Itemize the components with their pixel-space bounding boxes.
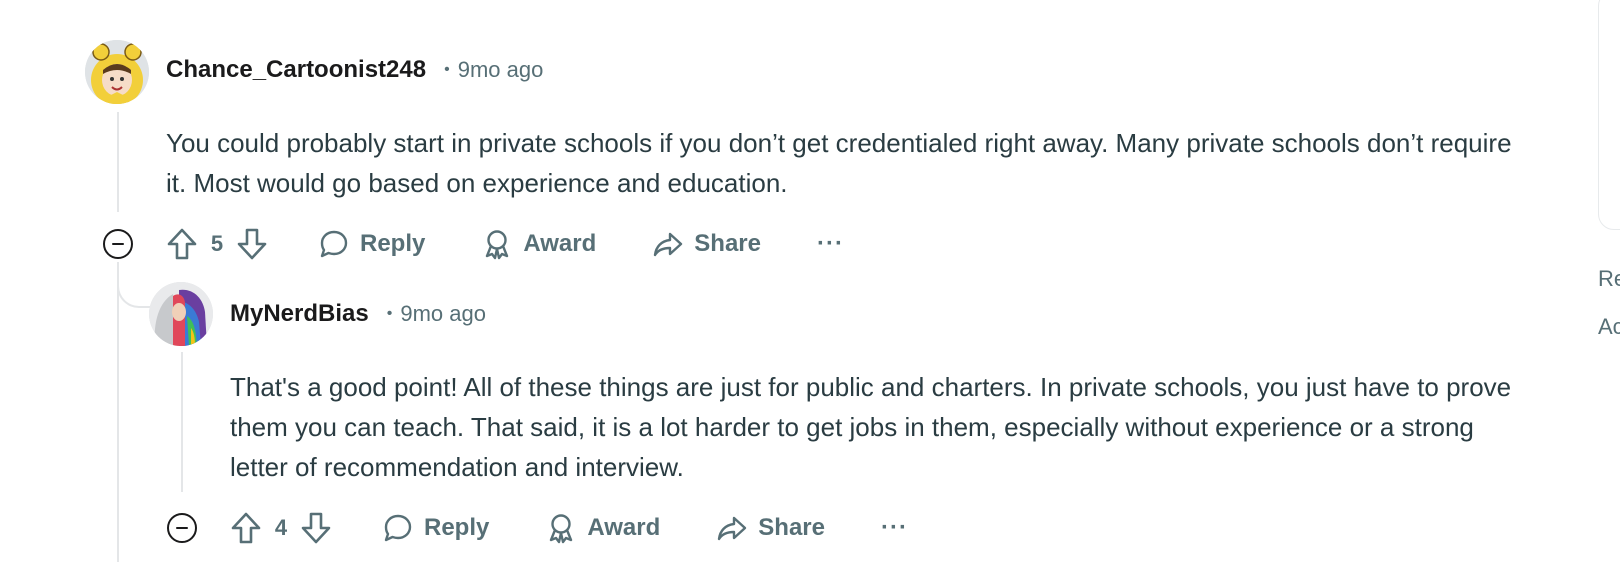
- bear-costume-avatar-icon: [85, 40, 149, 104]
- reply-button[interactable]: Reply: [314, 228, 429, 260]
- upvote-arrow-icon: [167, 228, 197, 260]
- reply-button[interactable]: Reply: [378, 512, 493, 544]
- timestamp[interactable]: 9mo ago: [400, 301, 486, 327]
- thread-line-2: [181, 352, 183, 492]
- upvote-button[interactable]: [164, 226, 200, 262]
- sidebar-card: [1598, 0, 1620, 230]
- comment-body: You could probably start in private scho…: [166, 128, 1512, 198]
- speech-bubble-icon: [320, 230, 348, 258]
- comment-thread: Chance_Cartoonist248 • 9mo ago You could…: [0, 0, 1620, 562]
- upvote-button[interactable]: [228, 510, 264, 546]
- sidebar-link[interactable]: Ac: [1598, 314, 1620, 340]
- comment-header: Chance_Cartoonist248 • 9mo ago: [166, 52, 543, 88]
- share-button[interactable]: Share: [648, 228, 765, 260]
- award-button[interactable]: Award: [477, 228, 600, 260]
- downvote-arrow-icon: [237, 228, 267, 260]
- action-bar: 5 Reply Award Share ···: [164, 222, 844, 266]
- username[interactable]: Chance_Cartoonist248: [166, 56, 426, 84]
- speech-bubble-icon: [384, 514, 412, 542]
- award-label: Award: [587, 514, 661, 541]
- upvote-arrow-icon: [231, 512, 261, 544]
- downvote-button[interactable]: [234, 226, 270, 262]
- avatar[interactable]: [149, 282, 213, 346]
- minus-icon: [176, 526, 188, 530]
- share-label: Share: [758, 514, 825, 541]
- award-button[interactable]: Award: [541, 512, 664, 544]
- award-ribbon-icon: [486, 230, 509, 260]
- comment-body: That's a good point! All of these things…: [230, 372, 1512, 482]
- share-arrow-icon: [654, 232, 683, 257]
- more-options-button[interactable]: ···: [881, 514, 908, 542]
- collapse-button[interactable]: [167, 513, 197, 543]
- sidebar-link[interactable]: Re: [1598, 266, 1620, 292]
- award-ribbon-icon: [550, 514, 573, 544]
- collapse-button[interactable]: [103, 229, 133, 259]
- rainbow-hair-avatar-icon: [149, 282, 213, 346]
- thread-line-1-lower: [117, 262, 119, 562]
- username[interactable]: MyNerdBias: [230, 300, 369, 328]
- more-options-button[interactable]: ···: [817, 230, 844, 258]
- avatar[interactable]: [85, 40, 149, 104]
- thread-line-1: [117, 112, 119, 212]
- reply-label: Reply: [360, 230, 426, 257]
- timestamp[interactable]: 9mo ago: [458, 57, 544, 83]
- vote-score: 5: [210, 231, 224, 256]
- downvote-arrow-icon: [301, 512, 331, 544]
- minus-icon: [112, 242, 124, 246]
- thread-branch-curve: [117, 262, 153, 308]
- comment-header: MyNerdBias • 9mo ago: [230, 296, 486, 332]
- share-label: Share: [694, 230, 761, 257]
- award-label: Award: [523, 230, 597, 257]
- reply-label: Reply: [424, 514, 490, 541]
- vote-score: 4: [274, 515, 288, 540]
- action-bar: 4 Reply Award Share ···: [228, 506, 908, 550]
- share-arrow-icon: [718, 516, 747, 541]
- downvote-button[interactable]: [298, 510, 334, 546]
- separator-dot: •: [386, 305, 393, 322]
- separator-dot: •: [444, 61, 450, 78]
- share-button[interactable]: Share: [712, 512, 829, 544]
